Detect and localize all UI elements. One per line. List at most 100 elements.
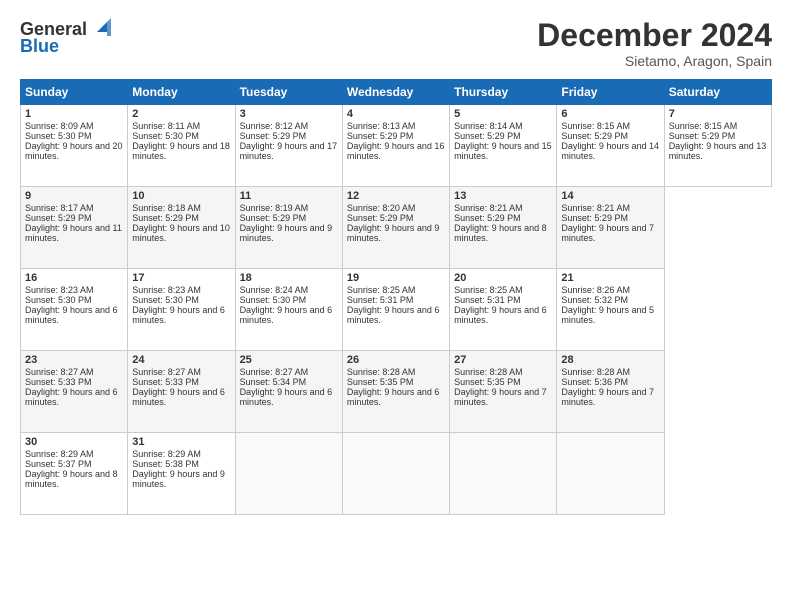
sunrise-label: Sunrise: 8:15 AM [669,121,738,131]
sunset-label: Sunset: 5:33 PM [25,377,92,387]
day-number: 7 [669,108,767,120]
sunrise-label: Sunrise: 8:29 AM [132,449,201,459]
sunset-label: Sunset: 5:30 PM [240,295,307,305]
day-number: 21 [561,272,659,284]
table-cell: 21Sunrise: 8:26 AMSunset: 5:32 PMDayligh… [557,269,664,351]
week-row-4: 23Sunrise: 8:27 AMSunset: 5:33 PMDayligh… [21,351,772,433]
daylight-label: Daylight: 9 hours and 18 minutes. [132,141,230,161]
sunset-label: Sunset: 5:29 PM [669,131,736,141]
table-cell: 19Sunrise: 8:25 AMSunset: 5:31 PMDayligh… [342,269,449,351]
sunset-label: Sunset: 5:29 PM [561,131,628,141]
day-number: 19 [347,272,445,284]
table-cell: 16Sunrise: 8:23 AMSunset: 5:30 PMDayligh… [21,269,128,351]
table-cell: 4Sunrise: 8:13 AMSunset: 5:29 PMDaylight… [342,105,449,187]
sunrise-label: Sunrise: 8:14 AM [454,121,523,131]
day-number: 25 [240,354,338,366]
logo-icon [89,18,111,40]
sunset-label: Sunset: 5:37 PM [25,459,92,469]
month-title: December 2024 [537,18,772,53]
daylight-label: Daylight: 9 hours and 6 minutes. [347,387,440,407]
day-number: 1 [25,108,123,120]
daylight-label: Daylight: 9 hours and 9 minutes. [132,469,225,489]
sunset-label: Sunset: 5:29 PM [132,213,199,223]
table-cell: 23Sunrise: 8:27 AMSunset: 5:33 PMDayligh… [21,351,128,433]
table-cell: 20Sunrise: 8:25 AMSunset: 5:31 PMDayligh… [450,269,557,351]
day-number: 10 [132,190,230,202]
table-cell: 25Sunrise: 8:27 AMSunset: 5:34 PMDayligh… [235,351,342,433]
day-number: 13 [454,190,552,202]
daylight-label: Daylight: 9 hours and 8 minutes. [25,469,118,489]
sunrise-label: Sunrise: 8:25 AM [347,285,416,295]
sunset-label: Sunset: 5:35 PM [347,377,414,387]
sunrise-label: Sunrise: 8:09 AM [25,121,94,131]
table-cell: 9Sunrise: 8:17 AMSunset: 5:29 PMDaylight… [21,187,128,269]
daylight-label: Daylight: 9 hours and 16 minutes. [347,141,445,161]
th-monday: Monday [128,80,235,105]
daylight-label: Daylight: 9 hours and 5 minutes. [561,305,654,325]
day-number: 6 [561,108,659,120]
day-number: 27 [454,354,552,366]
day-number: 23 [25,354,123,366]
daylight-label: Daylight: 9 hours and 6 minutes. [132,305,225,325]
table-cell [557,433,664,515]
th-tuesday: Tuesday [235,80,342,105]
sunrise-label: Sunrise: 8:29 AM [25,449,94,459]
table-cell: 10Sunrise: 8:18 AMSunset: 5:29 PMDayligh… [128,187,235,269]
daylight-label: Daylight: 9 hours and 15 minutes. [454,141,552,161]
sunset-label: Sunset: 5:29 PM [561,213,628,223]
sunrise-label: Sunrise: 8:19 AM [240,203,309,213]
day-number: 31 [132,436,230,448]
daylight-label: Daylight: 9 hours and 6 minutes. [132,387,225,407]
day-number: 30 [25,436,123,448]
table-cell: 17Sunrise: 8:23 AMSunset: 5:30 PMDayligh… [128,269,235,351]
week-row-2: 9Sunrise: 8:17 AMSunset: 5:29 PMDaylight… [21,187,772,269]
table-cell [450,433,557,515]
daylight-label: Daylight: 9 hours and 7 minutes. [561,387,654,407]
day-number: 12 [347,190,445,202]
sunset-label: Sunset: 5:36 PM [561,377,628,387]
table-cell: 7Sunrise: 8:15 AMSunset: 5:29 PMDaylight… [664,105,771,187]
day-number: 26 [347,354,445,366]
sunrise-label: Sunrise: 8:15 AM [561,121,630,131]
th-thursday: Thursday [450,80,557,105]
daylight-label: Daylight: 9 hours and 14 minutes. [561,141,659,161]
daylight-label: Daylight: 9 hours and 6 minutes. [240,387,333,407]
day-number: 18 [240,272,338,284]
daylight-label: Daylight: 9 hours and 9 minutes. [240,223,333,243]
daylight-label: Daylight: 9 hours and 13 minutes. [669,141,767,161]
day-number: 2 [132,108,230,120]
logo: General Blue [20,18,111,57]
daylight-label: Daylight: 9 hours and 6 minutes. [25,305,118,325]
day-number: 14 [561,190,659,202]
table-cell: 13Sunrise: 8:21 AMSunset: 5:29 PMDayligh… [450,187,557,269]
sunset-label: Sunset: 5:31 PM [454,295,521,305]
table-cell: 26Sunrise: 8:28 AMSunset: 5:35 PMDayligh… [342,351,449,433]
daylight-label: Daylight: 9 hours and 6 minutes. [240,305,333,325]
th-wednesday: Wednesday [342,80,449,105]
daylight-label: Daylight: 9 hours and 6 minutes. [25,387,118,407]
daylight-label: Daylight: 9 hours and 6 minutes. [454,305,547,325]
table-cell [342,433,449,515]
daylight-label: Daylight: 9 hours and 7 minutes. [561,223,654,243]
sunset-label: Sunset: 5:29 PM [454,131,521,141]
sunrise-label: Sunrise: 8:17 AM [25,203,94,213]
sunset-label: Sunset: 5:33 PM [132,377,199,387]
day-number: 16 [25,272,123,284]
sunset-label: Sunset: 5:30 PM [132,131,199,141]
sunrise-label: Sunrise: 8:27 AM [132,367,201,377]
table-cell: 27Sunrise: 8:28 AMSunset: 5:35 PMDayligh… [450,351,557,433]
table-cell: 14Sunrise: 8:21 AMSunset: 5:29 PMDayligh… [557,187,664,269]
day-number: 4 [347,108,445,120]
table-cell: 11Sunrise: 8:19 AMSunset: 5:29 PMDayligh… [235,187,342,269]
location-subtitle: Sietamo, Aragon, Spain [537,53,772,69]
sunset-label: Sunset: 5:35 PM [454,377,521,387]
th-sunday: Sunday [21,80,128,105]
daylight-label: Daylight: 9 hours and 10 minutes. [132,223,230,243]
sunset-label: Sunset: 5:34 PM [240,377,307,387]
day-number: 9 [25,190,123,202]
table-cell: 28Sunrise: 8:28 AMSunset: 5:36 PMDayligh… [557,351,664,433]
daylight-label: Daylight: 9 hours and 8 minutes. [454,223,547,243]
sunset-label: Sunset: 5:29 PM [240,131,307,141]
daylight-label: Daylight: 9 hours and 6 minutes. [347,305,440,325]
th-friday: Friday [557,80,664,105]
